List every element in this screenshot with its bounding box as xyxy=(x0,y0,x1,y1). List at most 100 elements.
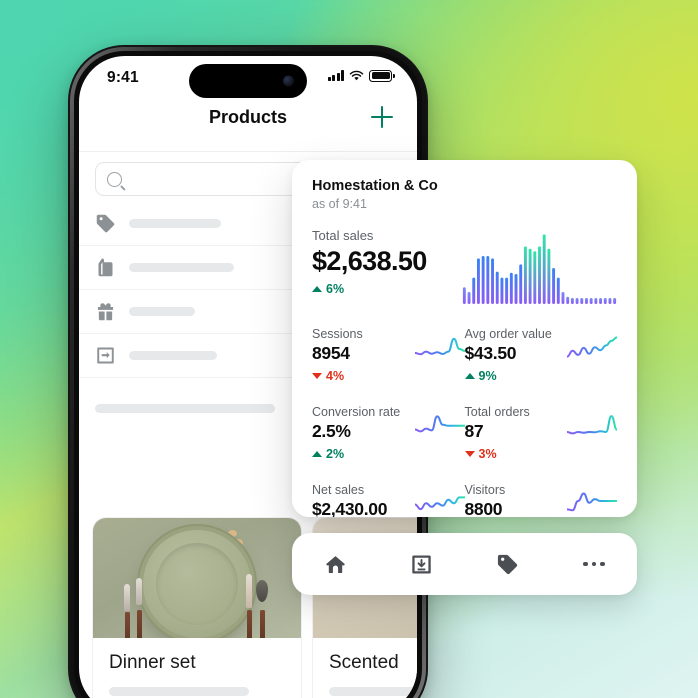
add-product-button[interactable] xyxy=(371,106,393,128)
metric-cell[interactable]: Conversion rate 2.5% 2% xyxy=(312,394,465,472)
bar xyxy=(547,248,551,304)
home-icon xyxy=(325,555,345,573)
orders-inbox-icon xyxy=(412,554,431,574)
total-sales-delta-value: 6% xyxy=(326,282,345,296)
tab-orders[interactable] xyxy=(378,533,464,595)
metric-value: 8800 xyxy=(464,499,503,517)
bar xyxy=(556,277,560,304)
trend-up-icon xyxy=(464,373,475,379)
status-bar: 9:41 xyxy=(79,56,417,104)
product-card[interactable]: Dinner set xyxy=(93,518,301,698)
tab-products[interactable] xyxy=(465,533,551,595)
sparkline-path xyxy=(567,336,617,358)
cellular-bars-icon xyxy=(327,70,345,82)
dynamic-island xyxy=(189,64,307,98)
bar xyxy=(505,277,509,304)
page-title: Products xyxy=(208,107,287,127)
metric-delta-value: 3% xyxy=(478,447,497,461)
metric-delta-value: 4% xyxy=(326,369,345,383)
bar xyxy=(472,277,476,304)
bar xyxy=(613,298,617,304)
metric-text: Sessions 8954 4% xyxy=(312,327,415,383)
metric-sparkline xyxy=(567,492,617,512)
metric-label: Avg order value xyxy=(464,327,552,341)
bar xyxy=(561,292,565,304)
wifi-icon xyxy=(350,70,364,81)
trend-down-icon xyxy=(312,373,322,379)
metric-delta-value: 9% xyxy=(478,369,497,383)
metric-cell[interactable]: Total orders 87 3% xyxy=(464,394,617,472)
metric-text: Conversion rate 2.5% 2% xyxy=(312,405,415,461)
bar xyxy=(462,287,466,304)
metric-label: Sessions xyxy=(312,327,363,341)
analytics-card-body: Homestation & Co as of 9:41 Total sales … xyxy=(292,160,637,517)
metric-cell[interactable]: Visitors88001% xyxy=(464,472,617,517)
metric-text: Avg order value $43.50 9% xyxy=(464,327,568,383)
bar xyxy=(486,256,490,304)
bar xyxy=(570,298,574,304)
search-icon xyxy=(107,171,122,187)
metric-text: Net sales$2,430.001% xyxy=(312,483,415,517)
app-navbar: Products xyxy=(79,104,417,144)
bar xyxy=(533,251,537,304)
metric-delta: 3% xyxy=(464,447,568,461)
list-item-label-skeleton xyxy=(129,351,217,360)
front-camera-icon xyxy=(283,75,294,87)
metric-value: $43.50 xyxy=(464,343,517,363)
analytics-card-title: Homestation & Co xyxy=(312,178,438,194)
metric-value: 8954 xyxy=(312,343,350,363)
sparkline-path xyxy=(567,492,617,512)
analytics-card: Homestation & Co as of 9:41 Total sales … xyxy=(292,160,637,517)
bar xyxy=(467,292,471,304)
knife-shape xyxy=(246,574,252,638)
bottom-tab-bar xyxy=(292,533,637,595)
bar xyxy=(476,258,480,304)
trend-up-icon xyxy=(312,451,322,457)
tab-more[interactable] xyxy=(551,533,637,595)
more-ellipsis-icon xyxy=(582,561,605,567)
metric-label: Net sales xyxy=(312,483,365,497)
metric-delta: 4% xyxy=(312,369,415,383)
sparkline-path xyxy=(414,496,465,511)
bar xyxy=(500,277,504,304)
metric-delta: 2% xyxy=(312,447,415,461)
list-item-label-skeleton xyxy=(129,219,221,228)
bar xyxy=(514,274,518,304)
fork-shape xyxy=(136,578,142,638)
bar xyxy=(528,248,532,304)
metric-value: 2.5% xyxy=(312,421,351,441)
status-bar-indicators xyxy=(327,70,395,82)
metric-cell[interactable]: Sessions 8954 4% xyxy=(312,316,465,394)
metric-value: 87 xyxy=(464,421,484,441)
metric-text: Total orders 87 3% xyxy=(464,405,568,461)
return-order-icon xyxy=(95,345,116,366)
analytics-card-subtitle: as of 9:41 xyxy=(312,197,367,211)
product-card-subtitle-skeleton xyxy=(109,687,249,696)
bar xyxy=(542,234,546,304)
bar xyxy=(594,298,598,304)
table-setting-photo xyxy=(93,518,301,638)
metric-cell[interactable]: Net sales$2,430.001% xyxy=(312,472,465,517)
sparkline-path xyxy=(567,415,617,435)
total-sales-bar-chart xyxy=(462,234,617,304)
metric-cell[interactable]: Avg order value $43.50 9% xyxy=(464,316,617,394)
tab-home[interactable] xyxy=(292,533,378,595)
metrics-grid: Sessions 8954 4% Avg order value $43.50 9% Con… xyxy=(312,316,617,517)
metric-sparkline xyxy=(414,496,465,511)
sparkline-path xyxy=(414,337,465,356)
sparkline-path xyxy=(414,415,465,433)
bar xyxy=(552,268,556,304)
bar xyxy=(538,246,541,304)
bar xyxy=(589,298,593,304)
fork-shape xyxy=(124,584,130,638)
bar xyxy=(599,298,603,304)
metric-sparkline xyxy=(567,336,617,358)
bar xyxy=(585,298,588,304)
metric-sparkline xyxy=(414,415,465,433)
metric-value: $2,430.00 xyxy=(312,499,388,517)
metric-label: Total orders xyxy=(464,405,530,419)
metric-delta: 9% xyxy=(464,369,568,383)
list-footer-skeleton xyxy=(95,404,275,413)
metric-label: Visitors xyxy=(464,483,506,497)
tag-icon xyxy=(95,213,116,234)
